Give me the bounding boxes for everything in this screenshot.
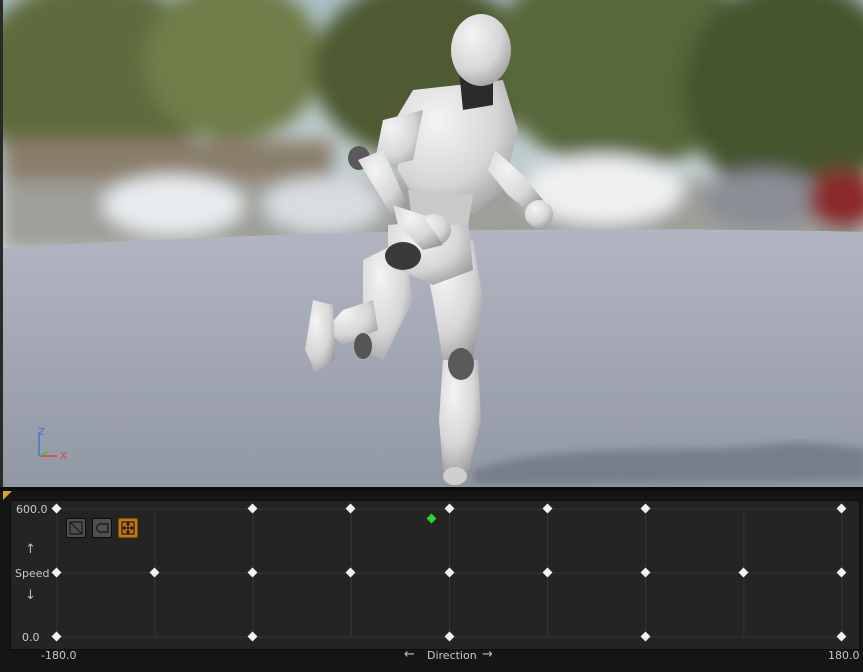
animation-preview-viewport[interactable]: Z X bbox=[0, 0, 863, 487]
arrow-up-icon: ↑ bbox=[25, 542, 36, 557]
x-axis-max-label: 180.0 bbox=[828, 649, 860, 662]
arrow-right-icon: → bbox=[482, 647, 493, 662]
x-axis-min-label: -180.0 bbox=[41, 649, 77, 662]
arrow-down-icon: ↓ bbox=[25, 588, 36, 603]
triangulation-button[interactable] bbox=[66, 518, 86, 538]
panel-corner-marker bbox=[3, 491, 12, 500]
axis-x-label: X bbox=[60, 451, 67, 462]
y-axis-min-label: 0.0 bbox=[22, 631, 40, 644]
arrow-left-icon: ← bbox=[404, 647, 415, 662]
x-axis-name-label: Direction bbox=[427, 649, 477, 662]
show-animation-names-button[interactable] bbox=[92, 518, 112, 538]
stretch-to-fit-button[interactable] bbox=[118, 518, 138, 538]
triangulation-icon bbox=[69, 521, 83, 535]
preview-scene bbox=[3, 0, 863, 487]
axis-z-label: Z bbox=[38, 427, 45, 438]
y-axis-max-label: 600.0 bbox=[16, 503, 48, 516]
axis-gizmo: Z X bbox=[38, 427, 67, 462]
show-animation-names-icon bbox=[95, 523, 109, 533]
stretch-to-fit-icon bbox=[121, 521, 135, 535]
y-axis-name-label: Speed bbox=[15, 567, 50, 580]
